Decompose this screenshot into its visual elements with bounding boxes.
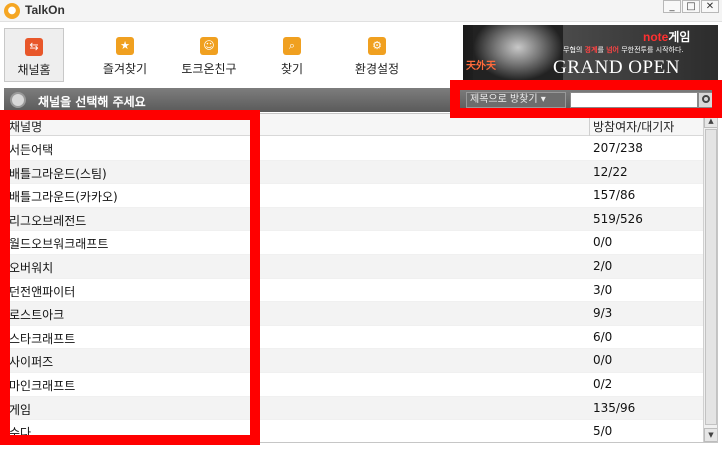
app-title: TalkOn: [25, 3, 65, 17]
channel-count: 6/0: [593, 329, 613, 344]
banner-tagline: 무협의 경계를 넘어 무한전투를 시작하다.: [563, 46, 684, 54]
channel-count: 207/238: [593, 141, 643, 155]
channel-count: 157/86: [593, 188, 636, 203]
talkon-logo-icon: ●: [4, 3, 20, 19]
channel-count: 9/3: [593, 306, 613, 321]
talkon-friends-button[interactable]: ☺ 토크온친구: [172, 28, 246, 82]
close-button[interactable]: ✕: [701, 0, 719, 13]
favorites-label: 즐겨찾기: [102, 62, 148, 76]
banner-character-image: [473, 25, 563, 81]
ad-banner[interactable]: note게임 무협의 경계를 넘어 무한전투를 시작하다. 天外天 GRAND …: [463, 25, 718, 81]
talkon-friends-label: 토크온친구: [181, 62, 237, 76]
red-highlight-box-search: [450, 80, 722, 118]
channel-header-title: 채널을 선택해 주세요: [38, 95, 146, 109]
channel-count: 3/0: [593, 282, 613, 297]
scroll-down-arrow-icon[interactable]: ▼: [704, 428, 717, 442]
banner-game-logo: 天外天: [466, 61, 496, 72]
banner-brand: note게임: [643, 30, 691, 44]
star-icon: ★: [116, 37, 134, 55]
maximize-button[interactable]: □: [682, 0, 700, 13]
channel-count: 12/22: [593, 164, 628, 179]
settings-label: 환경설정: [354, 62, 400, 76]
channel-count: 0/0: [593, 235, 613, 250]
settings-button[interactable]: ⚙ 환경설정: [342, 28, 412, 82]
minimize-button[interactable]: _: [663, 0, 681, 13]
smiley-icon: ☺: [200, 37, 218, 55]
title-bar: ● TalkOn _ □ ✕: [0, 0, 722, 22]
find-label: 찾기: [280, 62, 304, 76]
channel-count: 135/96: [593, 400, 636, 415]
magnifier-icon: ⌕: [283, 37, 301, 55]
column-header-participants[interactable]: 방참여자/대기자: [593, 118, 674, 135]
channel-count: 519/526: [593, 211, 643, 226]
banner-title: GRAND OPEN: [553, 57, 680, 78]
find-button[interactable]: ⌕ 찾기: [266, 28, 318, 82]
channel-count: 2/0: [593, 258, 613, 273]
channel-count: 5/0: [593, 424, 613, 439]
channel-count: 0/2: [593, 376, 613, 391]
channel-refresh-icon: [10, 92, 26, 108]
main-toolbar: ⇆ 채널홈 ★ 즐겨찾기 ☺ 토크온친구 ⌕ 찾기 ⚙ 환경설정: [0, 22, 462, 86]
channel-home-icon: ⇆: [25, 38, 43, 56]
favorites-button[interactable]: ★ 즐겨찾기: [90, 28, 160, 82]
scrollbar-thumb[interactable]: [705, 129, 717, 425]
channel-count: 0/0: [593, 353, 613, 368]
settings-gear-icon: ⚙: [368, 37, 386, 55]
vertical-scrollbar[interactable]: ▲ ▼: [703, 114, 717, 442]
red-highlight-box-channel-names: [0, 110, 260, 445]
channel-home-label: 채널홈: [17, 63, 51, 77]
channel-home-button[interactable]: ⇆ 채널홈: [4, 28, 64, 82]
